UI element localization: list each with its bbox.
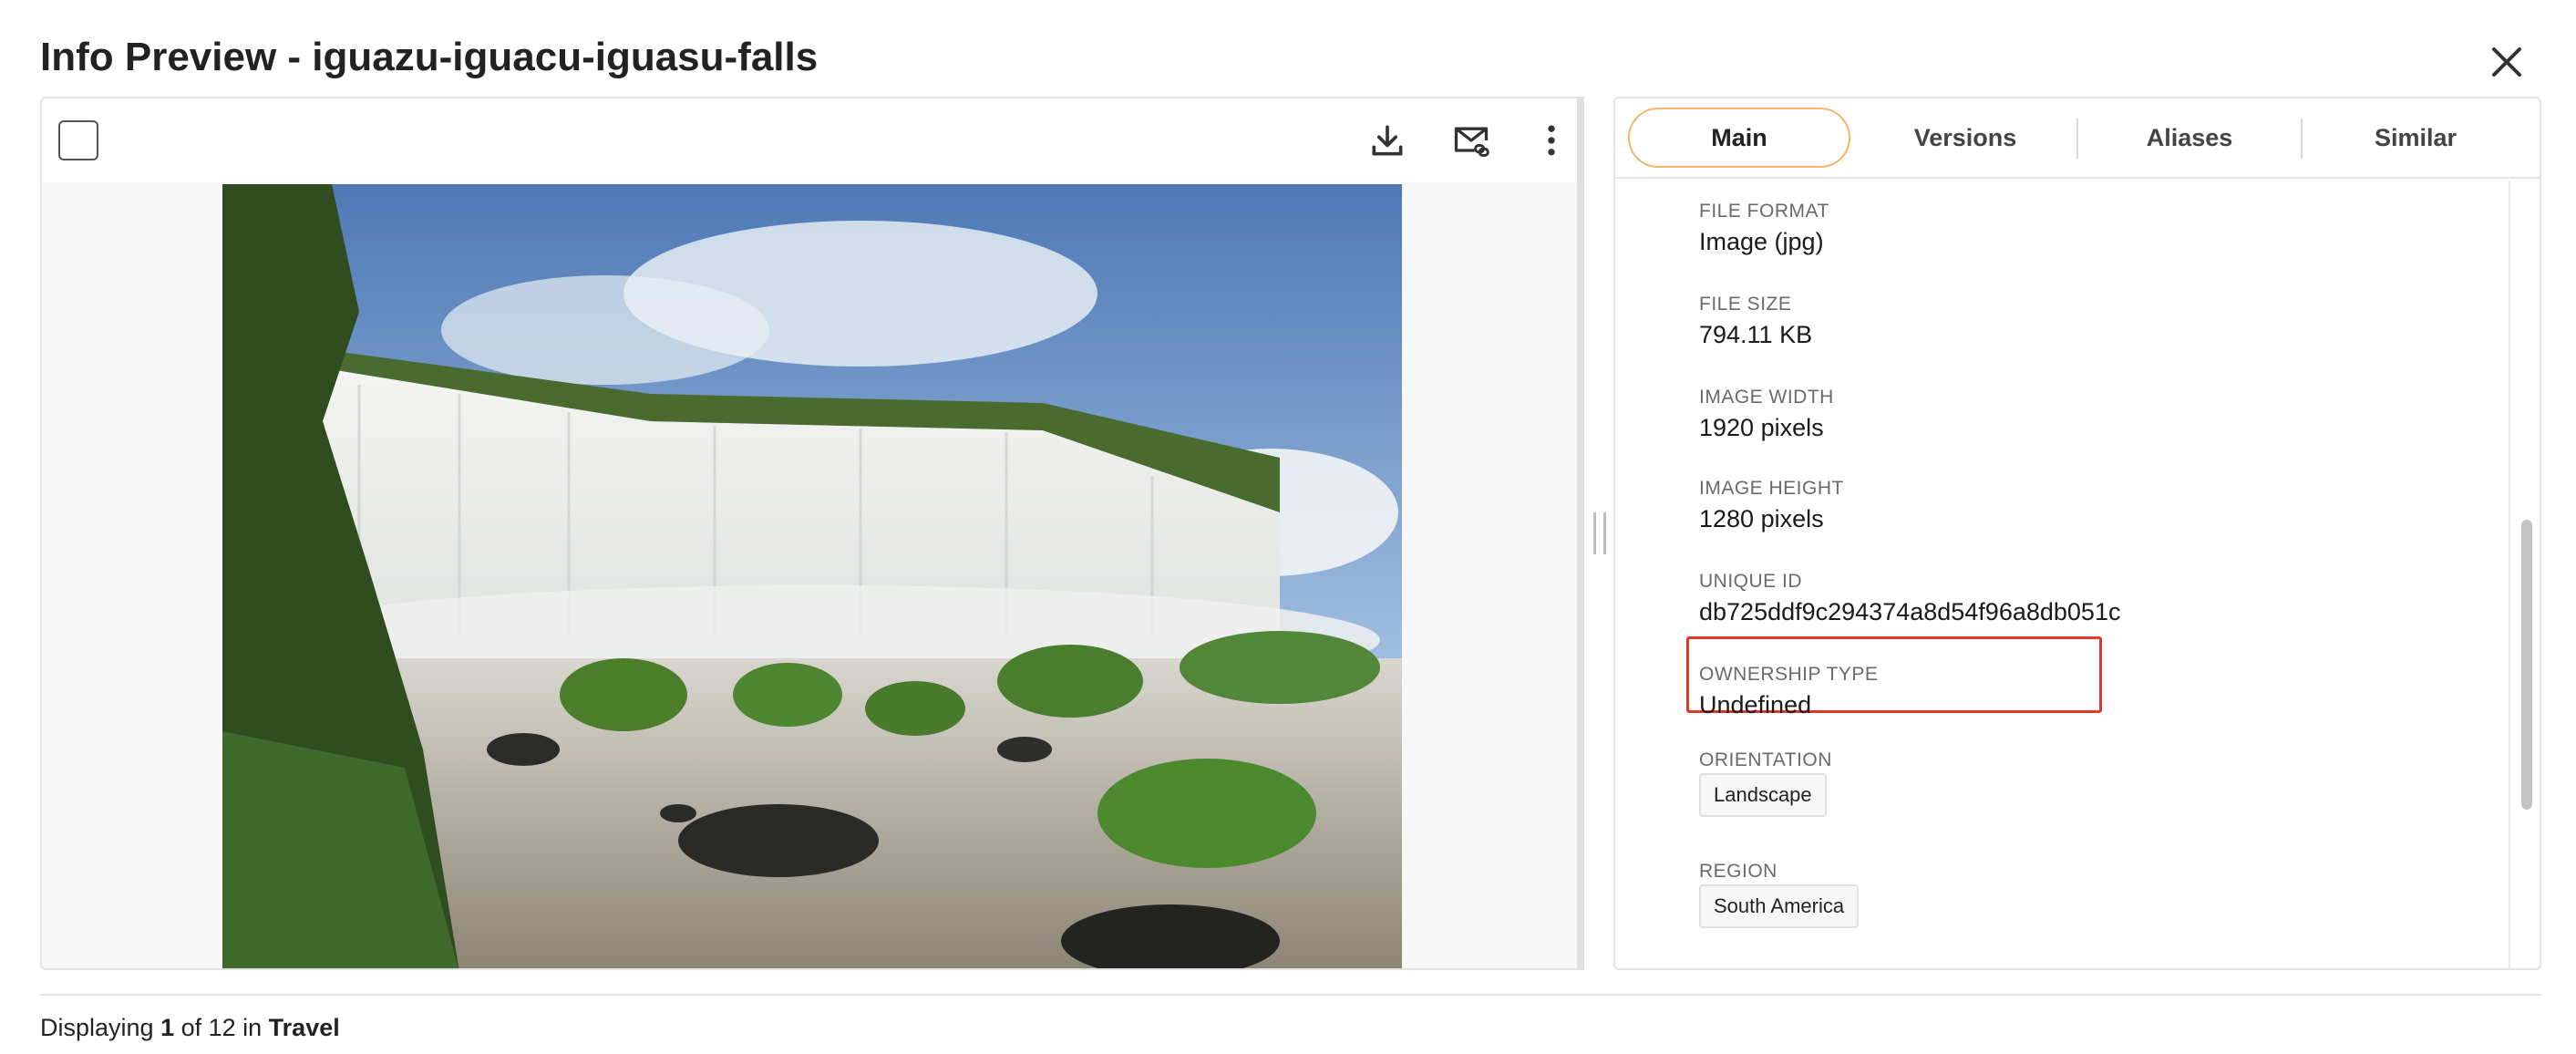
footer-middle: of 12 in — [174, 1014, 269, 1041]
tab-aliases[interactable]: Aliases — [2078, 108, 2301, 168]
tab-versions[interactable]: Versions — [1854, 108, 2076, 168]
file-format-label: FILE FORMAT — [1699, 201, 1829, 222]
image-height-value: 1280 pixels — [1699, 505, 1824, 532]
footer-prefix: Displaying — [40, 1014, 161, 1041]
image-width-label: IMAGE WIDTH — [1699, 387, 1834, 408]
unique-id-value: db725ddf9c294374a8d54f96a8db051c — [1699, 598, 2121, 625]
more-vertical-icon — [1548, 125, 1555, 156]
download-button[interactable] — [1364, 117, 1411, 164]
orientation-tag[interactable]: Landscape — [1699, 773, 1827, 817]
ownership-type-label: OWNERSHIP TYPE — [1699, 664, 1879, 685]
preview-image — [222, 184, 1402, 968]
orientation-label: ORIENTATION — [1699, 749, 1832, 770]
close-icon — [2492, 47, 2521, 77]
more-options-button[interactable] — [1528, 117, 1575, 164]
download-icon — [1372, 125, 1403, 156]
info-scrollbar-thumb[interactable] — [2521, 520, 2532, 810]
image-width-value: 1920 pixels — [1699, 414, 1824, 441]
info-panel: Main Versions Aliases Similar FILE FORMA… — [1613, 97, 2541, 970]
footer-divider — [40, 994, 2541, 996]
ownership-type-value: Undefined — [1699, 691, 1812, 718]
footer-current: 1 — [160, 1014, 175, 1041]
footer-collection: Travel — [268, 1014, 340, 1041]
info-scrollbar[interactable] — [2509, 181, 2540, 968]
email-link-icon — [1454, 127, 1489, 157]
info-fields: FILE FORMAT Image (jpg) FILE SIZE 794.11… — [1615, 181, 2509, 968]
panel-resize-handle[interactable] — [1593, 512, 1606, 554]
image-height-label: IMAGE HEIGHT — [1699, 478, 1844, 499]
file-format-value: Image (jpg) — [1699, 228, 1824, 255]
region-tag[interactable]: South America — [1699, 884, 1860, 928]
footer-status: Displaying 1 of 12 in Travel — [40, 1014, 340, 1042]
tab-bar: Main Versions Aliases Similar — [1615, 98, 2540, 179]
file-size-value: 794.11 KB — [1699, 321, 1813, 348]
region-label: REGION — [1699, 861, 1777, 882]
tab-main[interactable]: Main — [1628, 108, 1850, 168]
tab-similar[interactable]: Similar — [2304, 108, 2527, 168]
preview-toolbar — [42, 98, 1582, 182]
email-link-button[interactable] — [1448, 117, 1495, 164]
preview-scrollbar[interactable] — [1577, 97, 1584, 970]
unique-id-label: UNIQUE ID — [1699, 571, 1803, 592]
select-checkbox[interactable] — [58, 120, 98, 160]
tab-divider — [2301, 119, 2303, 159]
page-title: Info Preview - iguazu-iguacu-iguasu-fall… — [40, 35, 819, 79]
file-size-label: FILE SIZE — [1699, 294, 1792, 315]
preview-panel — [40, 97, 1584, 970]
close-button[interactable] — [2485, 40, 2529, 84]
